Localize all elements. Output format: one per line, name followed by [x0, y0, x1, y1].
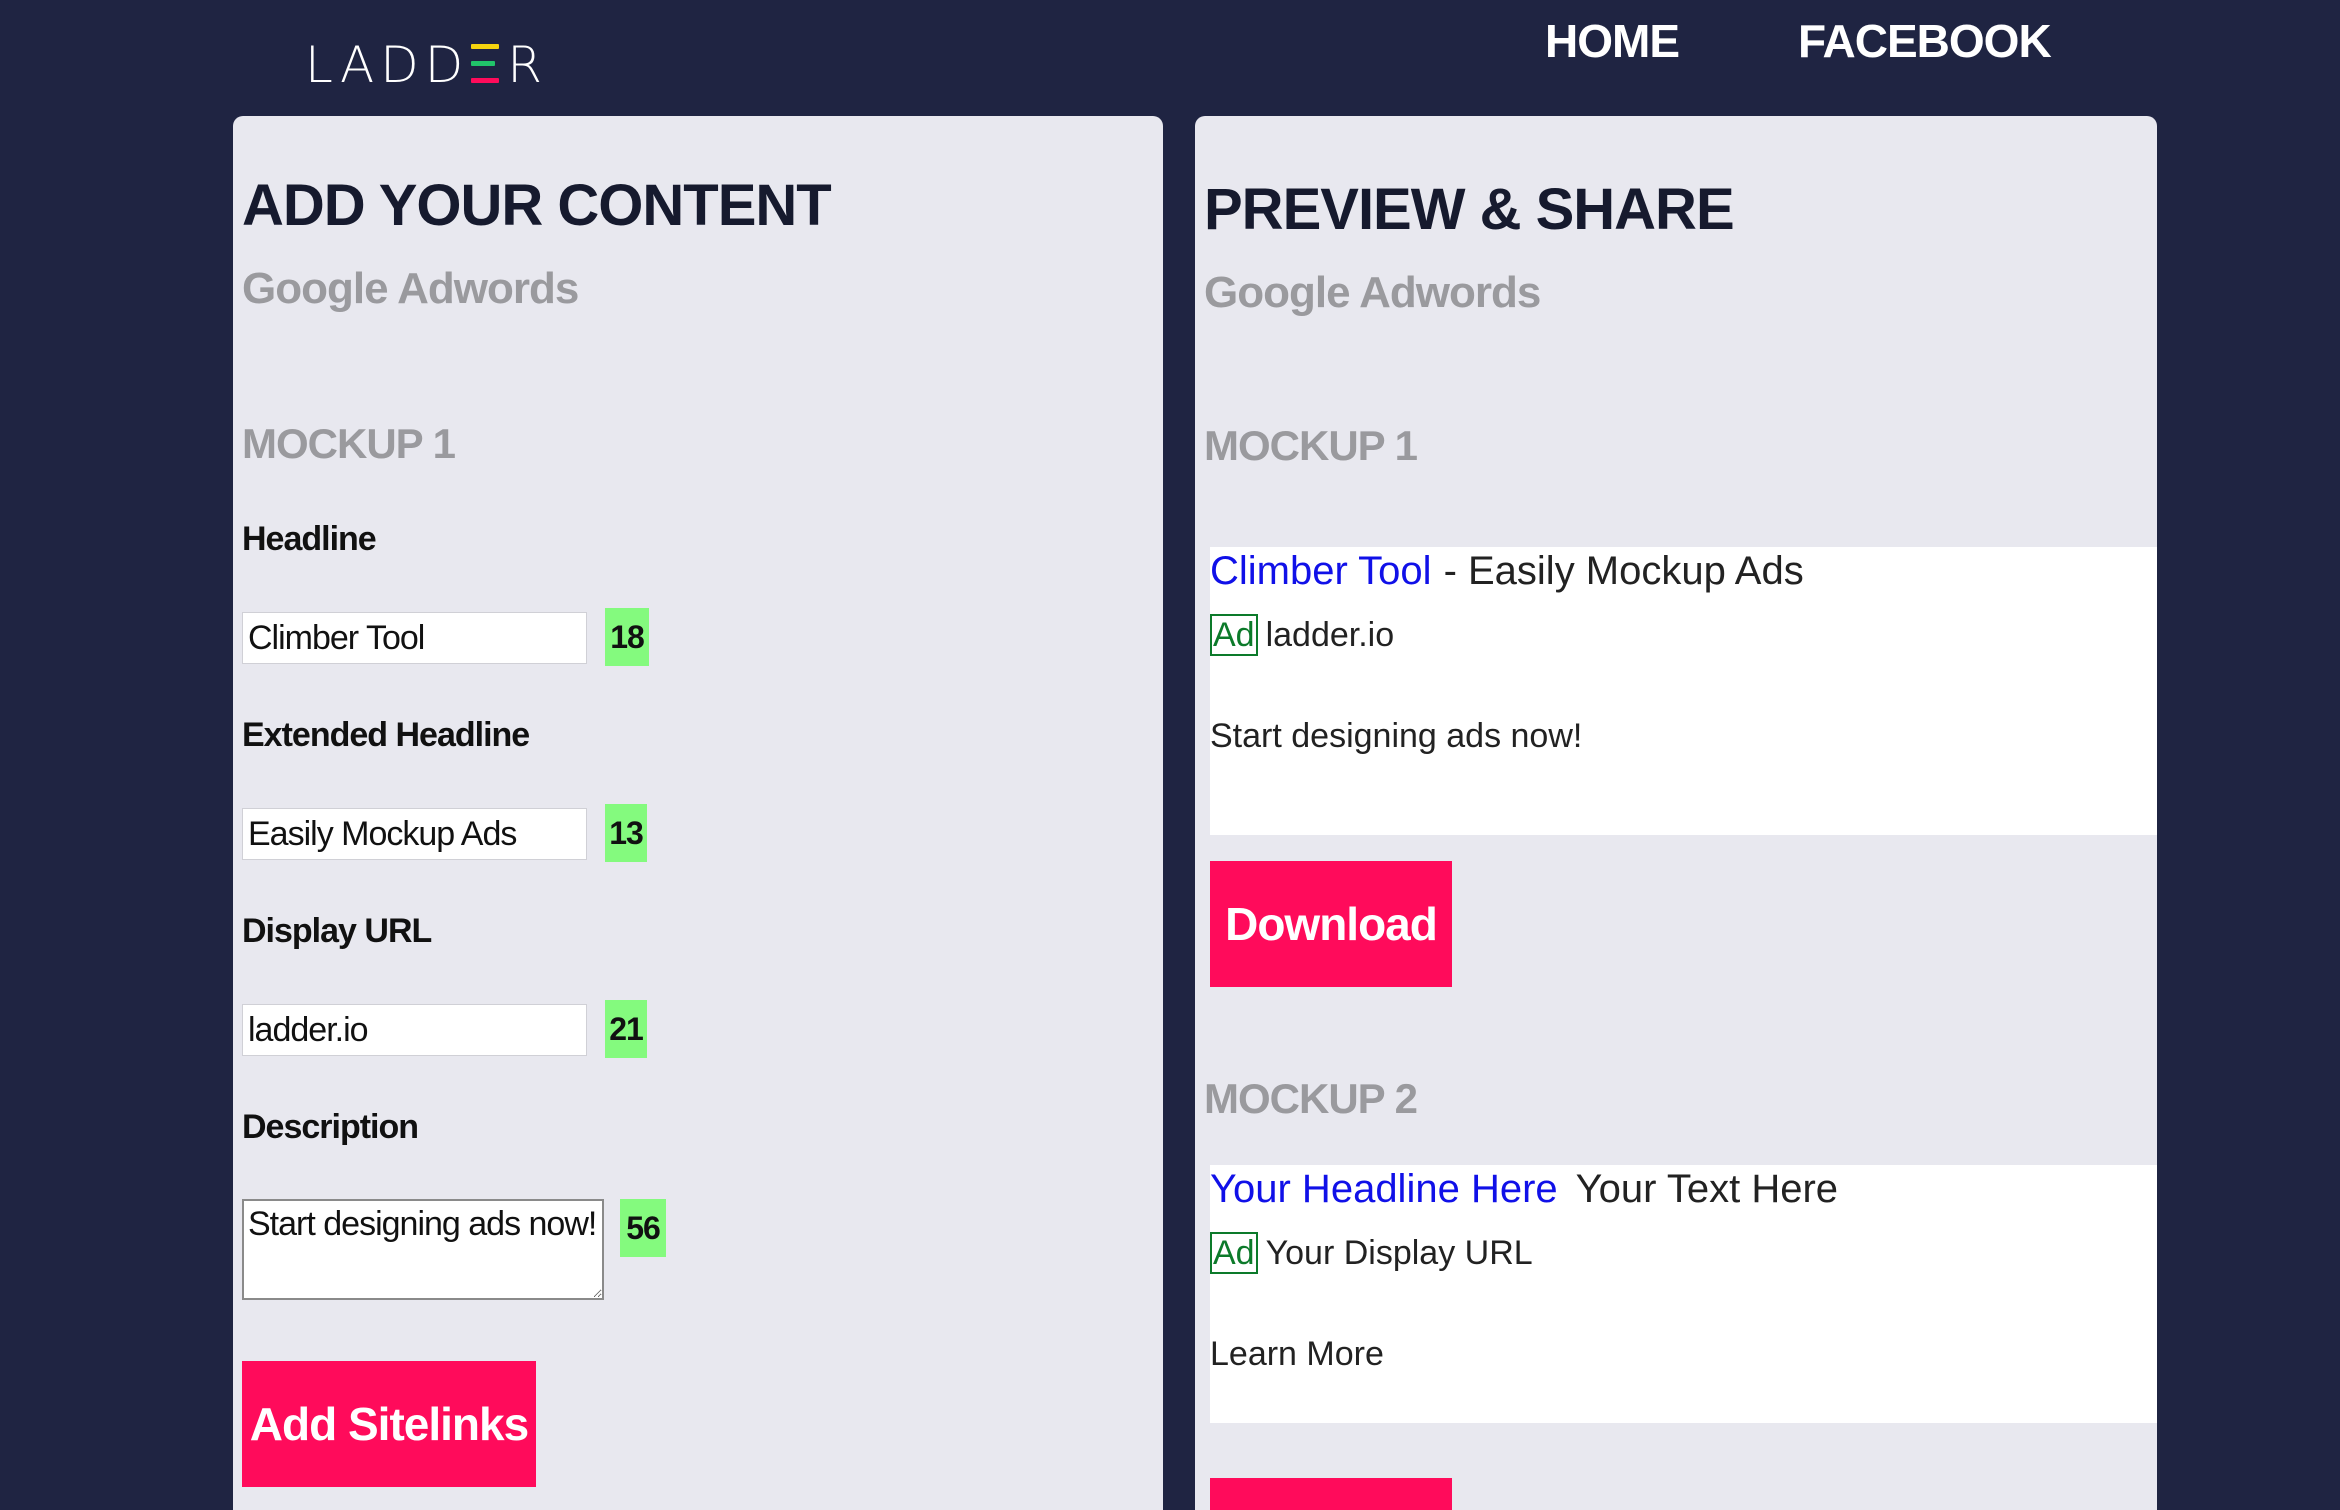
ad-2-headline-row: Your Headline Here Your Text Here: [1210, 1167, 1838, 1212]
headline-input[interactable]: [242, 612, 587, 664]
ad-1-headline-row: Climber Tool - Easily Mockup Ads: [1210, 549, 1804, 594]
add-sitelinks-button[interactable]: Add Sitelinks: [242, 1361, 536, 1487]
ad-1-description: Start designing ads now!: [1210, 717, 1583, 755]
ad-1-extended-headline: - Easily Mockup Ads: [1443, 549, 1804, 593]
extended-headline-input[interactable]: [242, 808, 587, 860]
ladder-logo[interactable]: LADD R: [305, 36, 548, 94]
ad-2-extended-headline: Your Text Here: [1575, 1167, 1839, 1211]
ad-1-display-url: ladder.io: [1265, 615, 1395, 654]
ad-1-url-row: Ad ladder.io: [1210, 614, 1394, 656]
display-url-label: Display URL: [242, 912, 432, 950]
ad-1-headline-link[interactable]: Climber Tool: [1210, 549, 1432, 593]
download-button[interactable]: Download: [1210, 861, 1452, 987]
ad-2-badge: Ad: [1210, 1232, 1258, 1274]
preview-title: PREVIEW & SHARE: [1204, 177, 1735, 242]
headline-label: Headline: [242, 520, 377, 558]
display-url-char-counter: 21: [605, 1000, 647, 1058]
editor-subtitle: Google Adwords: [242, 264, 579, 313]
preview-mockup-1-heading: MOCKUP 1: [1204, 422, 1418, 469]
description-textarea[interactable]: Start designing ads now!: [242, 1199, 604, 1300]
extended-headline-char-counter: 13: [605, 804, 647, 862]
nav-home-link[interactable]: HOME: [1545, 14, 1680, 68]
preview-mockup-2-heading: MOCKUP 2: [1204, 1075, 1418, 1122]
preview-panel: PREVIEW & SHARE Google Adwords MOCKUP 1 …: [1195, 116, 2157, 1510]
extended-headline-label: Extended Headline: [242, 716, 530, 754]
ad-2-display-url: Your Display URL: [1265, 1233, 1533, 1272]
ad-preview-1: Climber Tool - Easily Mockup Ads Ad ladder…: [1210, 547, 2157, 835]
download-button-2[interactable]: [1210, 1478, 1452, 1510]
ad-preview-2: Your Headline Here Your Text Here Ad Your …: [1210, 1165, 2157, 1423]
preview-subtitle: Google Adwords: [1204, 268, 1541, 317]
editor-mockup-heading: MOCKUP 1: [242, 420, 456, 467]
description-char-counter: 56: [620, 1199, 666, 1257]
logo-e-mark: [471, 42, 501, 86]
editor-panel: ADD YOUR CONTENT Google Adwords MOCKUP 1…: [233, 116, 1163, 1510]
display-url-input[interactable]: [242, 1004, 587, 1056]
description-label: Description: [242, 1108, 419, 1146]
headline-char-counter: 18: [605, 608, 649, 666]
ad-2-url-row: Ad Your Display URL: [1210, 1232, 1533, 1274]
nav-facebook-link[interactable]: FACEBOOK: [1798, 14, 2052, 68]
ad-1-badge: Ad: [1210, 614, 1258, 656]
editor-title: ADD YOUR CONTENT: [242, 173, 832, 238]
ad-2-description: Learn More: [1210, 1335, 1384, 1373]
ad-2-headline-link[interactable]: Your Headline Here: [1210, 1167, 1558, 1211]
